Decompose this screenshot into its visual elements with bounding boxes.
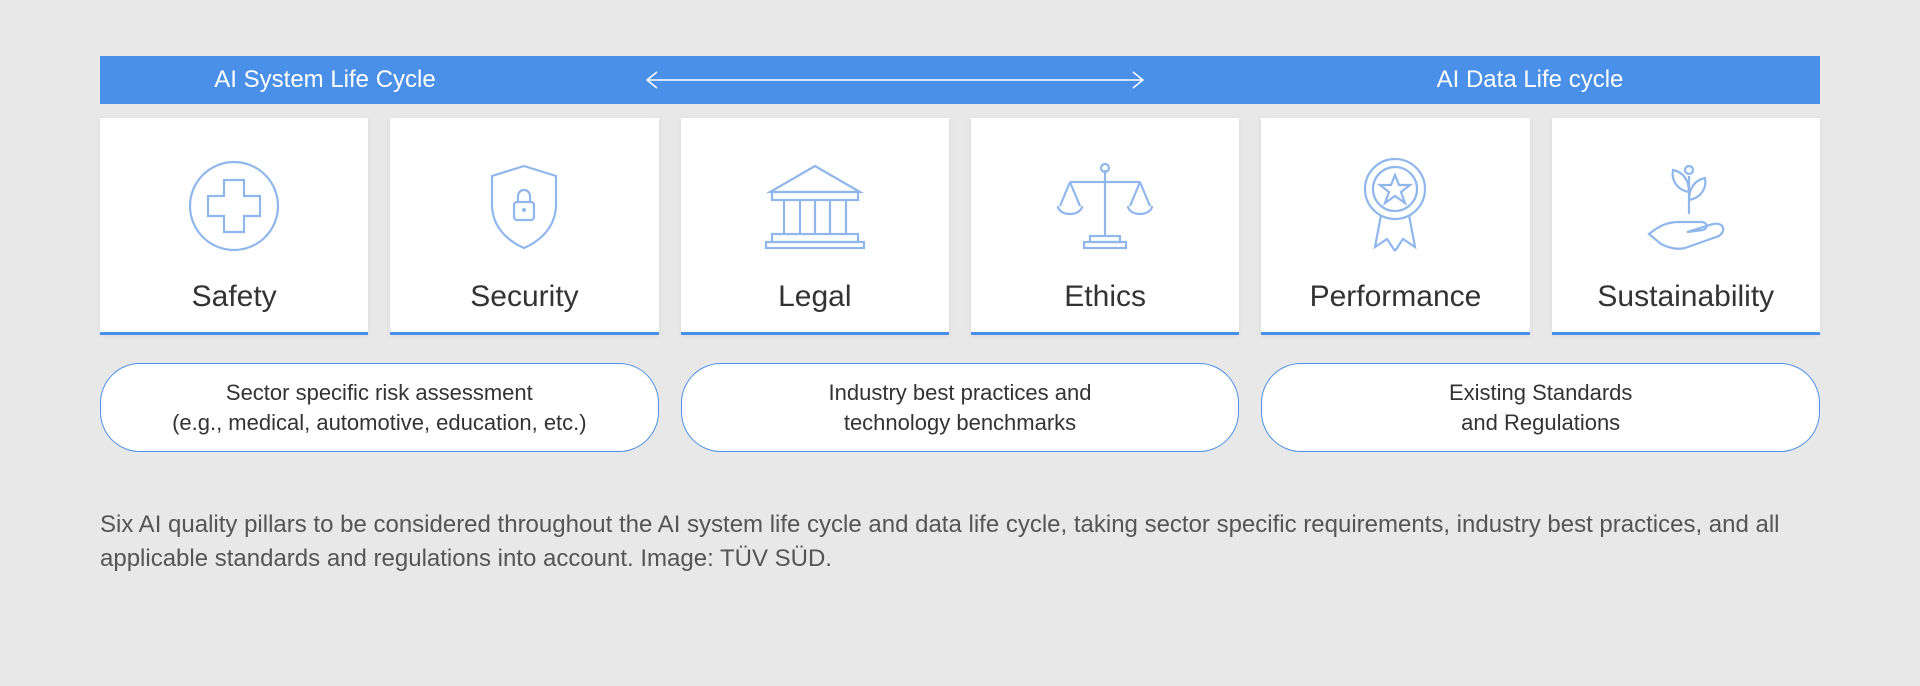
header-left-label: AI System Life Cycle — [120, 66, 530, 94]
figure-caption: Six AI quality pillars to be considered … — [100, 508, 1820, 575]
bubble-line2: and Regulations — [1461, 410, 1620, 435]
pillar-performance: Performance — [1261, 118, 1529, 335]
hand-plant-icon — [1631, 146, 1741, 266]
double-arrow-icon — [530, 70, 1260, 90]
medical-cross-icon — [184, 146, 284, 266]
context-bubble-standards: Existing Standards and Regulations — [1261, 363, 1820, 452]
lifecycle-header: AI System Life Cycle AI Data Life cycle — [100, 56, 1820, 104]
bubble-line1: Industry best practices and — [829, 380, 1092, 405]
pillar-label: Sustainability — [1597, 280, 1774, 314]
pillar-label: Safety — [192, 280, 277, 314]
ai-pillars-diagram: AI System Life Cycle AI Data Life cycle … — [100, 56, 1820, 576]
pillar-label: Ethics — [1064, 280, 1146, 314]
bubble-line1: Existing Standards — [1449, 380, 1632, 405]
award-ribbon-icon — [1345, 146, 1445, 266]
pillar-ethics: Ethics — [971, 118, 1239, 335]
pillar-safety: Safety — [100, 118, 368, 335]
context-bubble-practices: Industry best practices and technology b… — [681, 363, 1240, 452]
pillar-legal: Legal — [681, 118, 949, 335]
pillar-sustainability: Sustainability — [1552, 118, 1820, 335]
pillar-security: Security — [390, 118, 658, 335]
pillar-label: Security — [470, 280, 578, 314]
context-row: Sector specific risk assessment (e.g., m… — [100, 363, 1820, 452]
shield-lock-icon — [474, 146, 574, 266]
pillar-label: Legal — [778, 280, 851, 314]
bubble-line2: (e.g., medical, automotive, education, e… — [172, 410, 587, 435]
header-right-label: AI Data Life cycle — [1260, 66, 1800, 94]
courthouse-icon — [760, 146, 870, 266]
pillars-row: Safety Security — [100, 118, 1820, 335]
scales-icon — [1050, 146, 1160, 266]
pillar-label: Performance — [1310, 280, 1482, 314]
bubble-line2: technology benchmarks — [844, 410, 1076, 435]
bubble-line1: Sector specific risk assessment — [226, 380, 533, 405]
context-bubble-risk: Sector specific risk assessment (e.g., m… — [100, 363, 659, 452]
